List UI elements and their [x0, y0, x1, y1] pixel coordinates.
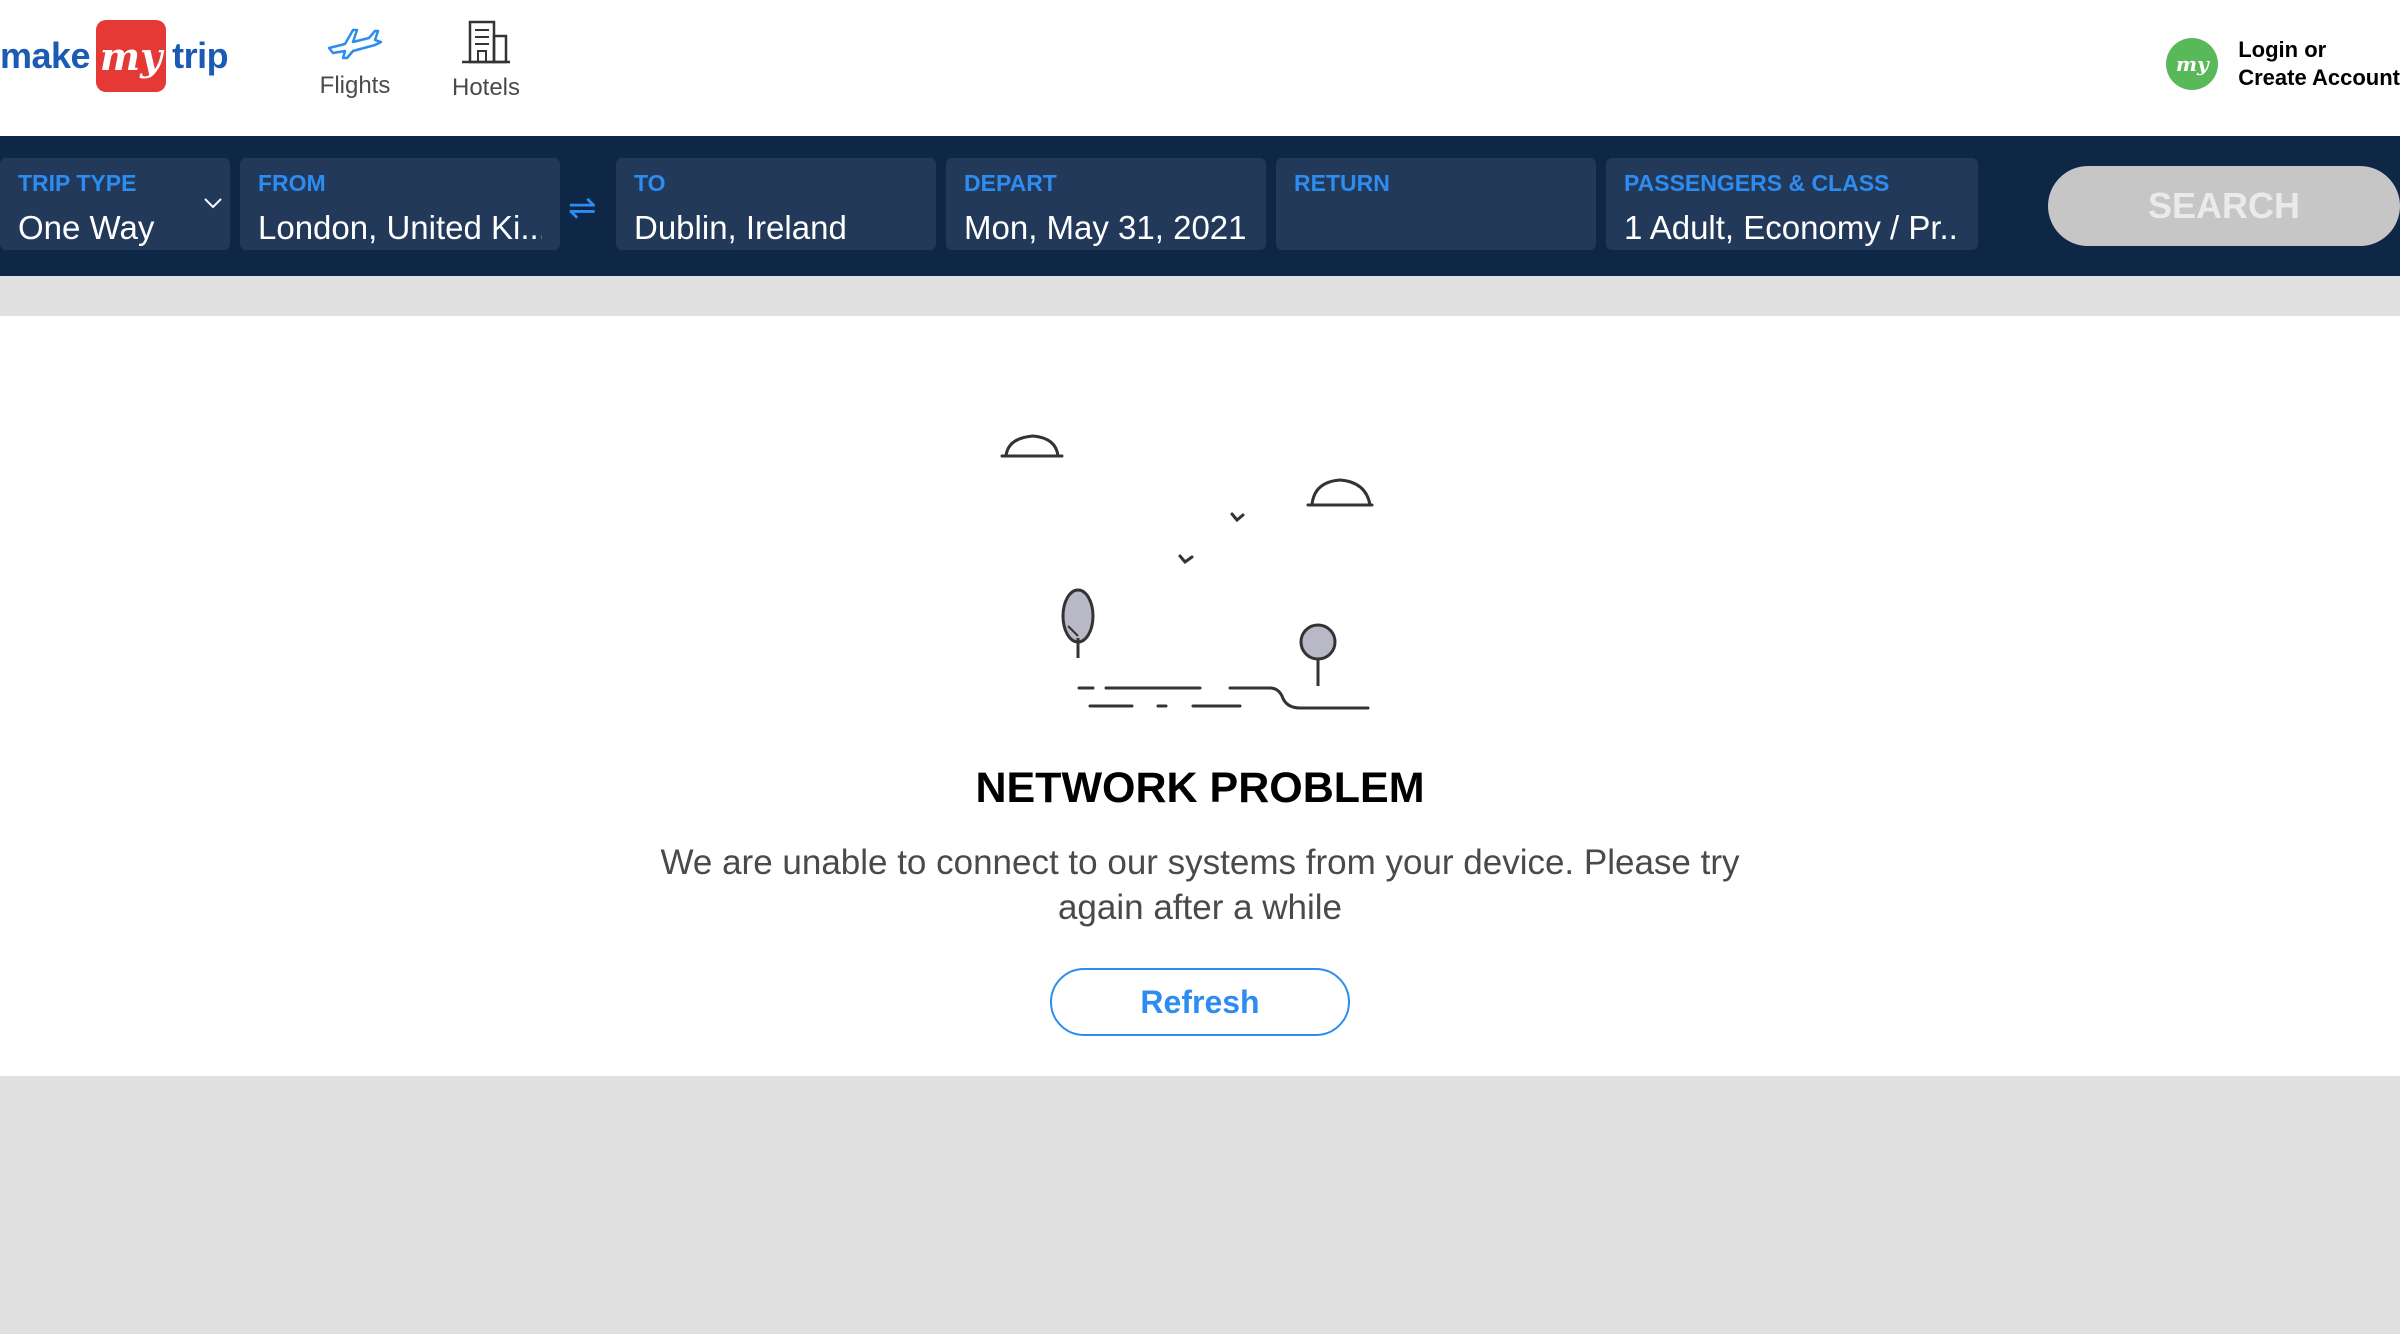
building-icon [462, 20, 510, 64]
passengers-class-field[interactable]: PASSENGERS & CLASS 1 Adult, Economy / Pr… [1606, 158, 1978, 250]
login-create-account[interactable]: my Login or Create Account [2166, 36, 2400, 92]
search-widget: TRIP TYPE One Way FROM London, United Ki… [0, 136, 2400, 276]
divider-strip [0, 276, 2400, 316]
error-message: We are unable to connect to our systems … [660, 843, 1740, 927]
depart-value: Mon, May 31, 2021 [964, 209, 1247, 246]
trip-type-label: TRIP TYPE [18, 170, 137, 196]
nav-hotels[interactable]: Hotels [426, 18, 546, 102]
passengers-label: PASSENGERS & CLASS [1624, 170, 1890, 196]
plane-icon [327, 28, 383, 60]
to-label: TO [634, 170, 666, 196]
depart-date-field[interactable]: DEPART Mon, May 31, 2021 [946, 158, 1266, 250]
logo-text-trip: trip [172, 35, 229, 76]
depart-label: DEPART [964, 170, 1057, 196]
landscape-illustration [1000, 434, 1374, 710]
makemytrip-logo[interactable]: make my trip [0, 20, 229, 92]
nav-flights-label: Flights [319, 72, 391, 99]
logo-text-my: my [96, 20, 167, 92]
logo-text-make: make [0, 35, 91, 76]
trip-type-dropdown[interactable]: TRIP TYPE One Way [0, 158, 230, 250]
return-label: RETURN [1294, 170, 1390, 196]
passengers-value: 1 Adult, Economy / Pr... [1624, 209, 1960, 246]
from-value: London, United Ki... [258, 209, 542, 246]
from-city-field[interactable]: FROM London, United Ki... [240, 158, 560, 250]
login-line-1: Login or [2238, 37, 2327, 62]
error-panel: NETWORK PROBLEM We are unable to connect… [0, 316, 2400, 1076]
refresh-button[interactable]: Refresh [1050, 968, 1350, 1036]
return-date-field[interactable]: RETURN [1276, 158, 1596, 250]
chevron-down-icon [204, 198, 222, 209]
nav-hotels-label: Hotels [451, 74, 521, 101]
swap-icon[interactable]: ⇌ [568, 188, 597, 228]
to-value: Dublin, Ireland [634, 209, 847, 246]
error-title: NETWORK PROBLEM [975, 764, 1425, 812]
search-button[interactable]: SEARCH [2048, 166, 2400, 246]
trip-type-value: One Way [18, 209, 155, 246]
to-city-field[interactable]: TO Dublin, Ireland [616, 158, 936, 250]
from-label: FROM [258, 170, 326, 196]
user-avatar: my [2166, 38, 2219, 90]
login-line-2: Create Account [2238, 65, 2400, 90]
nav-flights[interactable]: Flights [295, 18, 415, 100]
top-header: make my trip Flights Hotels my Login or … [0, 0, 2400, 136]
